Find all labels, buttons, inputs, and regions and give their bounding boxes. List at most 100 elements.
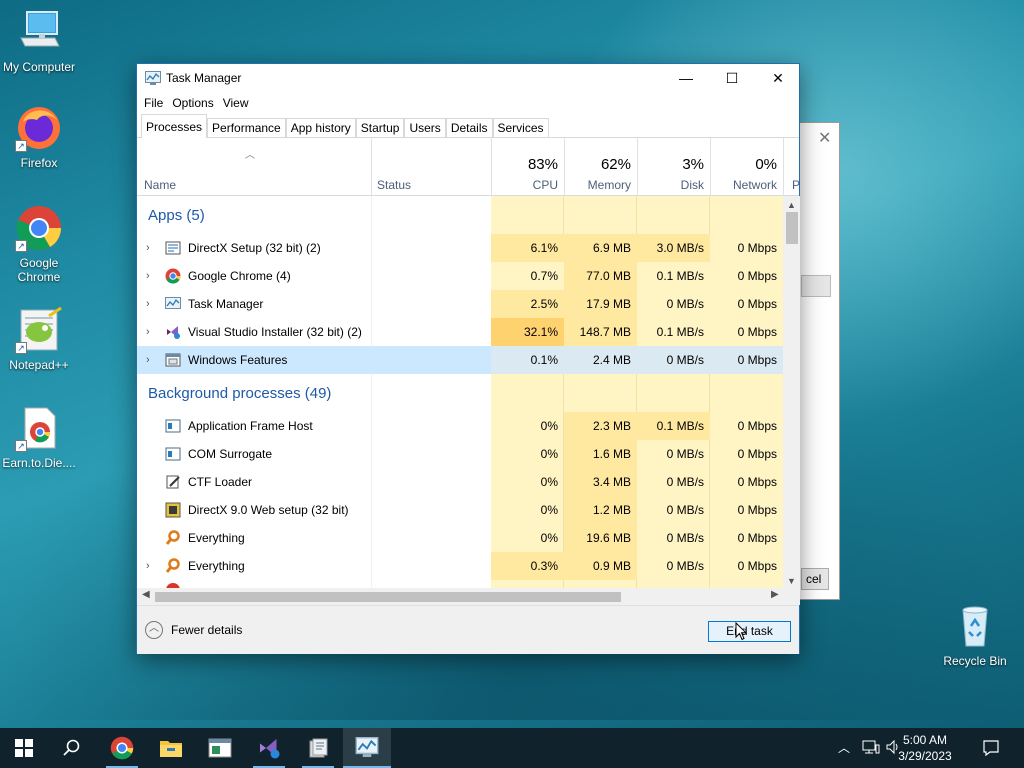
menu-options[interactable]: Options [171,92,220,114]
taskbar-app-window[interactable] [196,728,244,768]
tab-performance[interactable]: Performance [207,118,286,137]
scroll-left-icon[interactable]: ◀ [142,589,150,600]
memory-value: 3.4 MB [564,468,637,496]
desktop-icon-chrome[interactable]: ↗ Google Chrome [1,204,77,284]
desktop-icon-label: Google Chrome [17,256,61,284]
column-header-cpu[interactable]: 83% CPU [491,138,564,196]
task-manager-icon [355,737,379,757]
disk-value: 0 MB/s [637,290,710,318]
network-value: 0 Mbps [710,346,783,374]
desktop-icon-firefox[interactable]: ↗ Firefox [1,104,77,170]
taskbar: ︿ 5:00 AM 3/29/2023 [0,728,1024,768]
table-row[interactable]: COM Surrogate 0% 1.6 MB 0 MB/s 0 Mbps [137,440,783,468]
desktop-icon-my-computer[interactable]: My Computer [1,8,77,74]
cpu-value: 0% [540,531,558,545]
tab-services[interactable]: Services [492,118,549,137]
visual-studio-installer-icon [165,324,181,340]
taskbar-directx-setup[interactable] [294,728,342,768]
scroll-thumb[interactable] [786,212,798,244]
process-name: Google Chrome (4) [188,269,291,283]
vertical-scrollbar[interactable]: ▲ ▼ [783,196,800,588]
table-row[interactable]: › Google Chrome (4) 0.7% 77.0 MB 0.1 MB/… [137,262,783,290]
tab-users[interactable]: Users [404,118,446,137]
network-value: 0 Mbps [710,234,783,262]
everything-search-icon [165,530,181,546]
cpu-value: 32.1% [491,318,564,346]
table-row[interactable]: › Visual Studio Installer (32 bit) (2) 3… [137,318,783,346]
table-row[interactable]: Application Frame Host 0% 2.3 MB 0.1 MB/… [137,412,783,440]
table-row-partial[interactable] [137,580,783,588]
table-header: ︿ Name Status 83% CPU 62% Memory 3% Disk… [137,138,800,196]
search-icon [63,739,80,756]
table-row[interactable]: DirectX 9.0 Web setup (32 bit) 0% 1.2 MB… [137,496,783,524]
firefox-icon: ↗ [15,104,63,152]
network-icon[interactable] [862,739,880,758]
table-row[interactable]: Everything 0% 19.6 MB 0 MB/s 0 Mbps [137,524,783,552]
tab-details[interactable]: Details [445,118,493,137]
memory-value: 1.2 MB [564,496,637,524]
desktop-icon-notepadpp[interactable]: ↗ Notepad++ [1,306,77,372]
expand-chevron-icon[interactable]: › [146,318,150,346]
taskbar-visual-studio-installer[interactable] [245,728,293,768]
expand-chevron-icon[interactable]: › [146,234,150,262]
com-surrogate-icon [165,446,181,462]
desktop-icon-recycle-bin[interactable]: Recycle Bin [937,602,1013,668]
minimize-button[interactable]: — [663,64,709,92]
scroll-right-icon[interactable]: ▶ [771,589,779,600]
expand-chevron-icon[interactable]: › [146,346,150,374]
shortcut-arrow-icon: ↗ [15,140,27,152]
table-row[interactable]: › Everything 0.3% 0.9 MB 0 MB/s 0 Mbps [137,552,783,580]
network-value: 0 Mbps [710,262,783,290]
tab-startup[interactable]: Startup [355,118,405,137]
start-button[interactable] [0,728,48,768]
column-header-memory[interactable]: 62% Memory [564,138,637,196]
table-row-selected[interactable]: › Windows Features 0.1% 2.4 MB 0 MB/s 0 … [137,346,783,374]
tab-app-history[interactable]: App history [285,118,356,137]
taskbar-chrome[interactable] [98,728,146,768]
tab-processes[interactable]: Processes [141,114,208,138]
show-hidden-icons-chevron-icon[interactable]: ︿ [838,739,850,756]
column-header-power[interactable]: P [783,138,800,196]
menu-file[interactable]: File [143,92,170,114]
scroll-up-icon[interactable]: ▲ [787,200,796,210]
disk-total: 3% [682,156,704,173]
column-header-disk[interactable]: 3% Disk [637,138,710,196]
desktop-icon-label: Earn.to.Die.... [2,456,76,470]
process-name: CTF Loader [188,475,253,489]
taskbar-file-explorer[interactable] [147,728,195,768]
cpu-value: 0% [540,503,558,517]
close-icon[interactable]: ✕ [818,128,831,148]
process-name: DirectX 9.0 Web setup (32 bit) [188,503,349,517]
horizontal-scrollbar[interactable]: ◀ ▶ [137,588,800,605]
column-header-name[interactable]: ︿ Name [137,138,371,196]
folder-icon [160,741,182,757]
expand-chevron-icon[interactable]: › [146,290,150,318]
title-bar[interactable]: Task Manager — ☐ ✕ [137,64,799,92]
cpu-value: 0% [540,447,558,461]
maximize-button[interactable]: ☐ [709,64,755,92]
column-header-status[interactable]: Status [371,138,491,196]
cpu-value: 2.5% [491,290,564,318]
fewer-details-link[interactable]: ︿ Fewer details [145,621,242,639]
scroll-thumb[interactable] [155,592,621,602]
clock[interactable]: 5:00 AM 3/29/2023 [885,732,965,764]
setup-icon [309,738,328,758]
column-header-network[interactable]: 0% Network [710,138,783,196]
expand-chevron-icon[interactable]: › [146,262,150,290]
memory-value: 17.9 MB [564,290,637,318]
scroll-down-icon[interactable]: ▼ [787,576,796,586]
table-row[interactable]: CTF Loader 0% 3.4 MB 0 MB/s 0 Mbps [137,468,783,496]
expand-chevron-icon[interactable]: › [146,552,150,580]
taskbar-task-manager[interactable] [343,728,391,768]
table-row[interactable]: › DirectX Setup (32 bit) (2) 6.1% 6.9 MB… [137,234,783,262]
desktop-icon-earn-to-die[interactable]: ↗ Earn.to.Die.... [1,404,77,470]
cancel-button[interactable]: cel [801,568,829,590]
notifications-icon[interactable] [982,739,1000,760]
disk-value: 0 MB/s [666,503,704,517]
close-button[interactable]: ✕ [755,64,801,92]
menu-view[interactable]: View [222,92,256,114]
end-task-button[interactable]: End task [708,621,791,642]
search-button[interactable] [48,728,96,768]
table-row[interactable]: › Task Manager 2.5% 17.9 MB 0 MB/s 0 Mbp… [137,290,783,318]
network-value: 0 Mbps [710,318,783,346]
